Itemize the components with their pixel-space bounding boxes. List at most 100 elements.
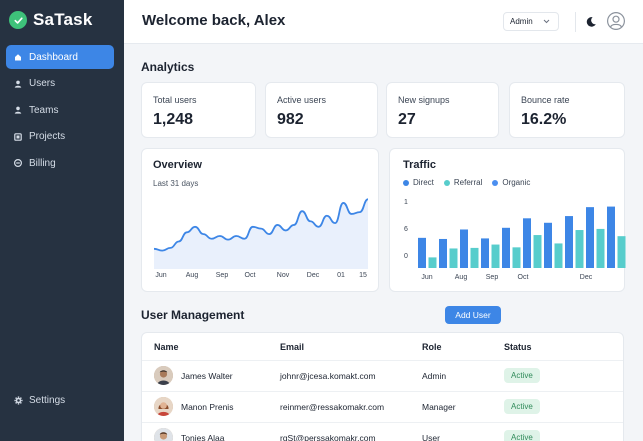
x-tick-label: Nov: [277, 272, 290, 279]
traffic-chart: 1 6 0 Jun Aug Sep Oct Dec: [404, 199, 626, 281]
sidebar-settings: Settings: [6, 388, 114, 415]
traffic-bar: [460, 229, 468, 268]
x-tick-label: Dec: [580, 274, 593, 281]
x-tick-label: Oct: [245, 272, 256, 279]
traffic-bar: [596, 228, 605, 268]
team-icon: [14, 106, 22, 114]
overview-chart: Jun Aug Sep Oct Nov Dec 01 15: [153, 198, 369, 279]
traffic-card: Traffic Direct Referral Organic 1 6 0 Jun Au…: [389, 148, 626, 292]
sidebar: SaTask Dashboard Users Teams Projects Bi…: [0, 0, 124, 441]
status-badge: Active: [504, 368, 540, 383]
sidebar-item-label: Settings: [29, 394, 66, 406]
column-header-name[interactable]: Name: [154, 342, 179, 352]
traffic-bar: [491, 244, 500, 268]
user-table: Name Email Role Status James Walter john…: [141, 332, 624, 441]
traffic-bar: [502, 227, 510, 268]
x-tick-label: Jun: [155, 272, 166, 279]
stat-card-bounce-rate: Bounce rate 16.2%: [509, 82, 625, 138]
x-tick-label: Aug: [455, 274, 468, 281]
user-email: johnr@jcesa.komakt.com: [280, 371, 376, 381]
sidebar-item-label: Teams: [29, 104, 59, 116]
sidebar-item-label: Dashboard: [29, 51, 78, 63]
moon-icon[interactable]: [585, 15, 597, 33]
sidebar-item-billing[interactable]: Billing: [6, 151, 114, 175]
user-name: James Walter: [181, 371, 233, 381]
traffic-bar: [481, 238, 489, 268]
chevron-down-icon: [543, 17, 550, 26]
page-title: Welcome back, Alex: [142, 12, 286, 29]
x-tick-label: Sep: [216, 272, 229, 279]
traffic-bar: [428, 257, 437, 268]
traffic-bar: [575, 230, 584, 268]
traffic-bar: [449, 248, 458, 268]
stat-label: Total users: [153, 95, 197, 105]
stat-value: 1,248: [153, 111, 194, 128]
y-tick-label: 6: [404, 226, 408, 233]
x-tick-label: Jun: [421, 274, 432, 281]
stat-label: Active users: [277, 95, 327, 105]
sidebar-item-projects[interactable]: Projects: [6, 125, 114, 149]
status-badge: Active: [504, 399, 540, 414]
x-tick-label: Dec: [307, 272, 320, 279]
stat-card-total-users: Total users 1,248: [141, 82, 256, 138]
column-header-status[interactable]: Status: [504, 342, 532, 352]
stat-value: 982: [277, 111, 304, 128]
user-name: Tonies Alaa: [181, 433, 225, 441]
traffic-bar: [544, 222, 552, 268]
traffic-bar: [607, 206, 615, 268]
column-header-email[interactable]: Email: [280, 342, 304, 352]
sidebar-item-teams[interactable]: Teams: [6, 98, 114, 122]
brand[interactable]: SaTask: [9, 10, 92, 30]
stat-value: 16.2%: [521, 111, 567, 128]
traffic-bar: [512, 247, 521, 268]
app-name: SaTask: [33, 10, 93, 29]
traffic-bar: [554, 243, 563, 268]
column-header-role[interactable]: Role: [422, 342, 442, 352]
sidebar-item-users[interactable]: Users: [6, 72, 114, 96]
user-name: Manon Prenis: [181, 402, 234, 412]
user-role: Manager: [422, 402, 456, 412]
traffic-bar: [523, 218, 531, 268]
avatar: [154, 366, 173, 385]
stat-value: 27: [398, 111, 416, 128]
gear-icon: [14, 396, 23, 405]
role-select[interactable]: Admin: [503, 12, 559, 31]
user-avatar[interactable]: [607, 12, 625, 30]
y-tick-label: 1: [404, 199, 408, 206]
table-row[interactable]: Tonies Alaa rgSt@perssakomakr.com User A…: [142, 422, 623, 441]
home-icon: [14, 53, 22, 61]
analytics-title: Analytics: [141, 60, 195, 74]
sidebar-item-label: Users: [29, 78, 56, 89]
user-role: User: [422, 433, 440, 441]
x-tick-label: Aug: [186, 272, 199, 279]
status-badge: Active: [504, 430, 540, 441]
traffic-bar: [565, 216, 573, 268]
traffic-bar: [439, 238, 447, 268]
stat-label: New signups: [398, 95, 450, 105]
sidebar-item-label: Projects: [29, 131, 66, 142]
sidebar-item-settings[interactable]: Settings: [6, 388, 114, 412]
stat-card-active-users: Active users 982: [265, 82, 378, 138]
sidebar-item-label: Billing: [29, 157, 56, 169]
stat-card-new-signups: New signups 27: [386, 82, 499, 138]
overview-card: Overview Last 31 days Jun Aug Sep Oct Nov Dec…: [141, 148, 379, 292]
header-divider: [575, 12, 576, 32]
add-user-button[interactable]: Add User: [445, 306, 501, 324]
user-email: reinmer@ressakomakr.com: [280, 402, 385, 412]
sidebar-nav: Dashboard Users Teams Projects Billing: [6, 45, 114, 178]
x-tick-label: 15: [359, 272, 367, 279]
traffic-bar: [617, 236, 626, 268]
user-role: Admin: [422, 371, 447, 381]
x-tick-label: Sep: [486, 274, 499, 281]
role-select-value: Admin: [510, 17, 533, 26]
user-email: rgSt@perssakomakr.com: [280, 433, 376, 441]
stat-label: Bounce rate: [521, 95, 570, 105]
x-tick-label: 01: [337, 272, 345, 279]
table-row[interactable]: James Walter johnr@jcesa.komakt.com Admi…: [142, 360, 623, 391]
billing-icon: [13, 158, 23, 168]
traffic-bar: [470, 247, 479, 268]
table-row[interactable]: Manon Prenis reinmer@ressakomakr.com Man…: [142, 391, 623, 422]
avatar: [154, 428, 173, 441]
sidebar-item-dashboard[interactable]: Dashboard: [6, 45, 114, 69]
user-icon: [14, 80, 22, 88]
